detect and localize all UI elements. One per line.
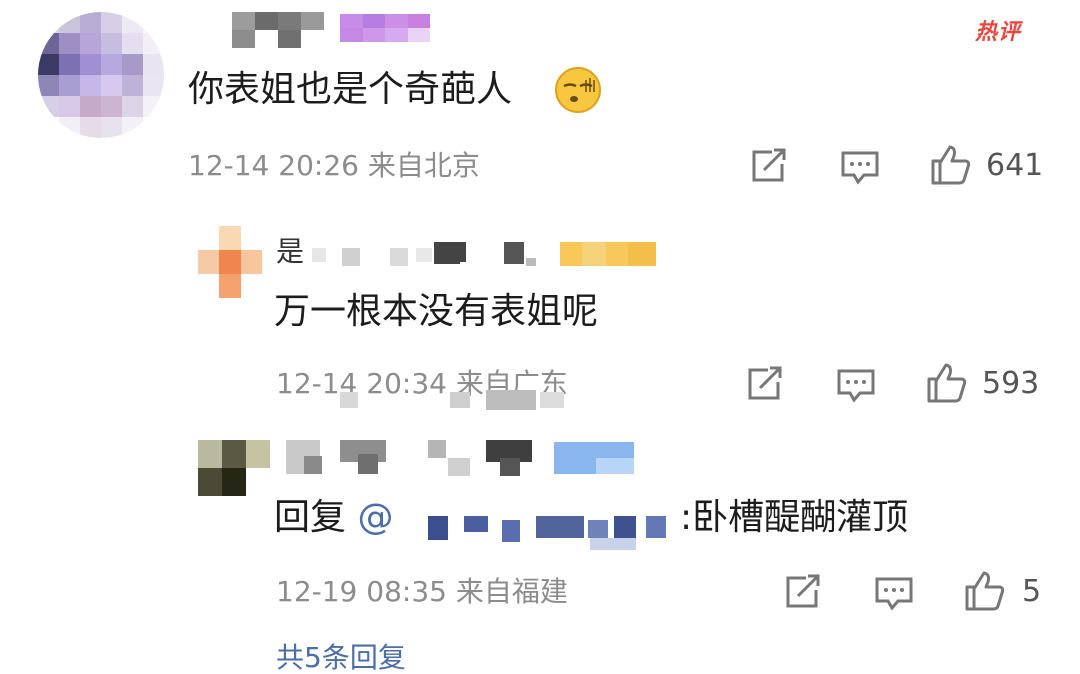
avatar[interactable] <box>198 226 262 298</box>
share-icon[interactable] <box>750 148 788 184</box>
sleepy-face-emoji <box>554 66 602 114</box>
share-icon[interactable] <box>784 574 822 610</box>
comment-body: 你表姐也是个奇葩人 <box>188 69 513 110</box>
reply-text: 回复 @ <box>274 498 393 538</box>
username[interactable] <box>232 12 324 48</box>
comment-icon[interactable] <box>836 368 876 404</box>
share-icon[interactable] <box>746 366 784 402</box>
avatar[interactable] <box>198 440 270 496</box>
mention-mosaic[interactable] <box>400 506 678 550</box>
like-count: 593 <box>982 366 1040 401</box>
more-replies-link[interactable]: 共5条回复 <box>276 642 406 674</box>
reply-body: :卧槽醍醐灌顶 <box>680 497 909 538</box>
like-icon[interactable] <box>964 570 1006 612</box>
comment-meta: 12-14 20:26 来自北京 <box>188 150 480 182</box>
like-count: 5 <box>1022 574 1042 609</box>
comment-text: 你表姐也是个奇葩人 <box>188 70 512 110</box>
hot-comment-badge: 热评 <box>975 20 1022 45</box>
like-icon[interactable] <box>930 144 972 186</box>
avatar[interactable] <box>38 12 164 138</box>
reply-text: 万一根本没有表姐呢 <box>274 291 599 332</box>
comment-icon[interactable] <box>874 576 914 612</box>
reply-time: 12-19 08:35 <box>276 575 447 608</box>
mention-at[interactable]: @ <box>357 497 393 538</box>
reply-location: 来自福建 <box>455 575 568 608</box>
like-count: 641 <box>986 148 1044 183</box>
comment-location: 来自北京 <box>367 149 480 182</box>
mosaic-overlay <box>340 390 570 412</box>
user-badge <box>340 14 430 42</box>
reply-meta: 12-19 08:35 来自福建 <box>276 576 568 608</box>
username[interactable]: 是 <box>276 228 656 268</box>
like-icon[interactable] <box>926 362 968 404</box>
reply-prefix: 回复 <box>274 497 347 538</box>
comment-time: 12-14 20:26 <box>188 149 359 182</box>
username[interactable] <box>286 440 646 480</box>
comment-icon[interactable] <box>840 150 880 186</box>
